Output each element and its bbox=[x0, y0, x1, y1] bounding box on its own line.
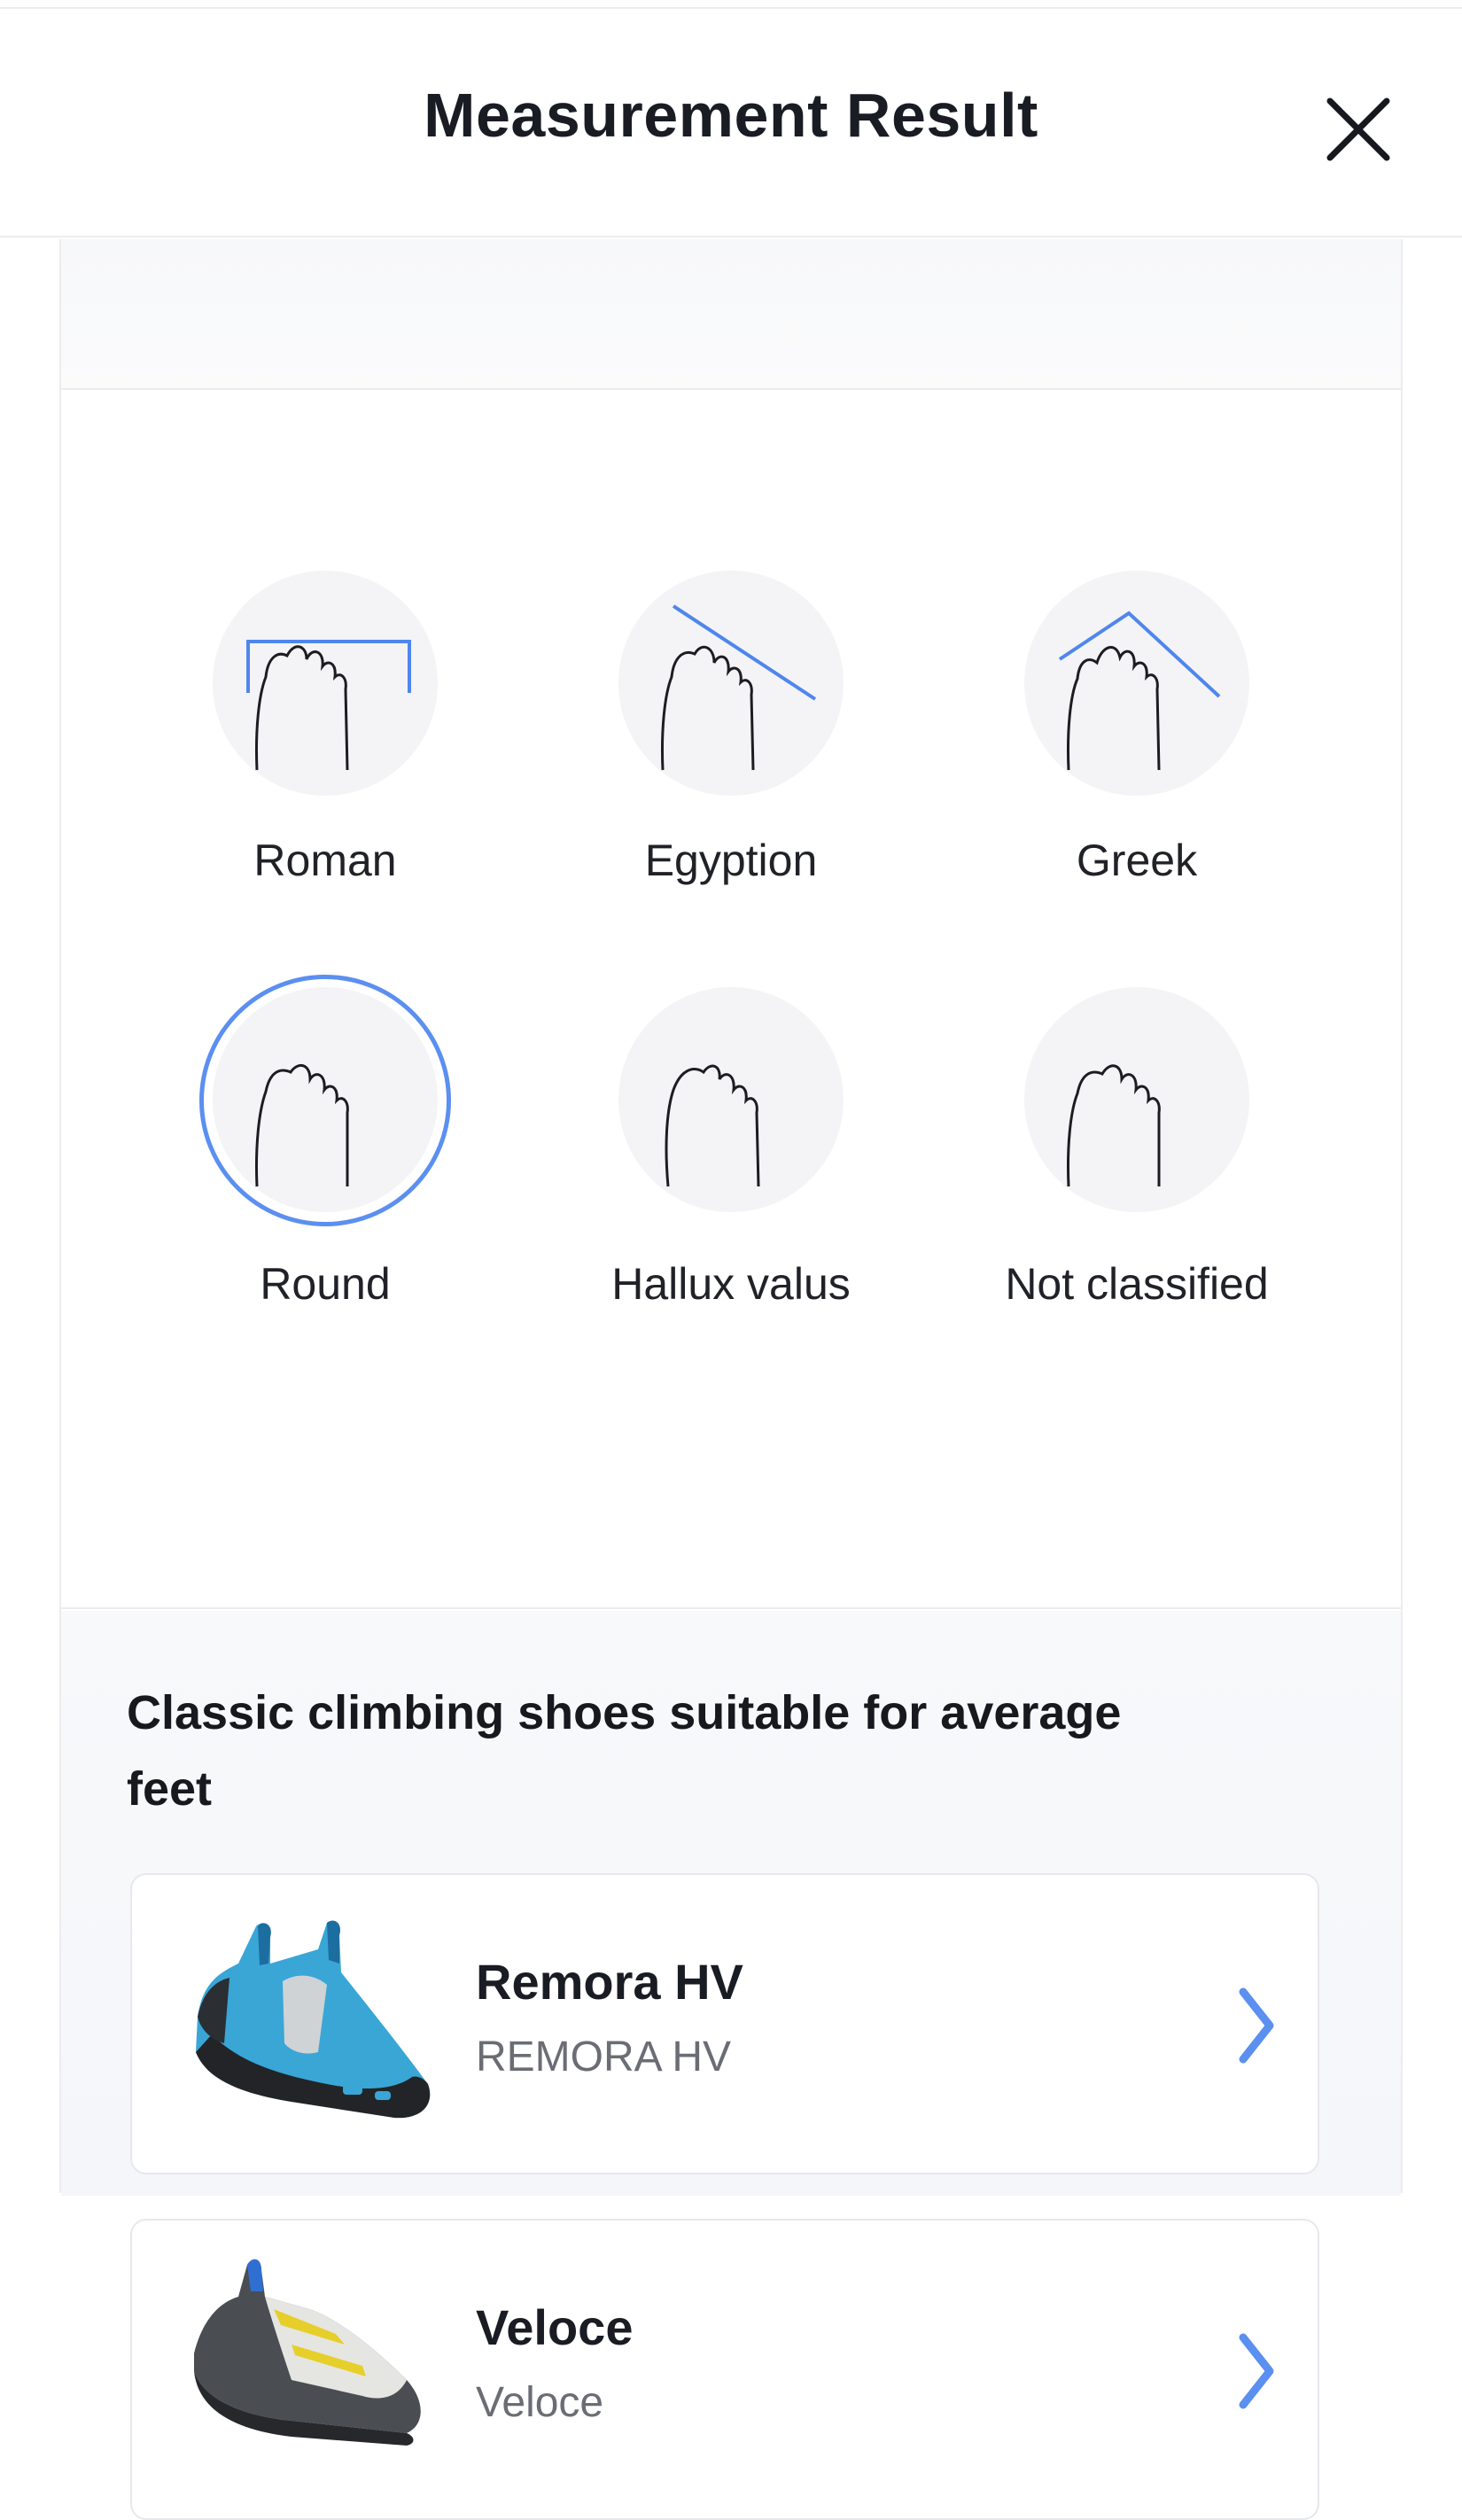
foot-type-label: Hallux valus bbox=[611, 1259, 851, 1309]
chevron-right-icon bbox=[1239, 1987, 1274, 2064]
foot-type-label: Greek bbox=[1076, 836, 1198, 885]
unclassified-toe-icon bbox=[1024, 987, 1249, 1212]
close-button[interactable] bbox=[1325, 96, 1392, 163]
header: Measurement Result bbox=[0, 9, 1462, 237]
foot-type-label: Not classified bbox=[1005, 1259, 1269, 1309]
recommendation-title: Classic climbing shoes suitable for aver… bbox=[127, 1686, 1122, 1816]
remora-shoe-image bbox=[196, 1920, 431, 2119]
shoe-card-remora[interactable]: Remora HV REMORA HV bbox=[130, 1873, 1319, 2174]
greek-toe-icon bbox=[1024, 571, 1249, 796]
close-icon bbox=[1326, 97, 1390, 161]
foot-type-grid: Roman Egyption Greek Round Hallux valus … bbox=[61, 392, 1401, 1609]
egyptian-toe-icon bbox=[618, 571, 844, 796]
chevron-right-icon bbox=[1239, 2333, 1274, 2409]
panel-top-strip bbox=[61, 239, 1401, 390]
shoe-subtitle: REMORA HV bbox=[476, 2034, 732, 2081]
round-toe-icon bbox=[213, 987, 438, 1212]
recommendation-section: Classic climbing shoes suitable for aver… bbox=[61, 1611, 1401, 2520]
foot-type-label: Roman bbox=[253, 836, 397, 885]
page-title: Measurement Result bbox=[424, 81, 1038, 150]
shoe-name: Veloce bbox=[476, 2299, 634, 2355]
hallux-valgus-icon bbox=[618, 987, 844, 1212]
foot-type-label: Egyption bbox=[644, 836, 818, 885]
foot-type-label: Round bbox=[260, 1259, 391, 1309]
veloce-shoe-image bbox=[194, 2259, 421, 2446]
shoe-name: Remora HV bbox=[476, 1954, 743, 2010]
result-panel: Roman Egyption Greek Round Hallux valus … bbox=[59, 239, 1403, 2520]
shoe-subtitle: Veloce bbox=[476, 2379, 604, 2426]
roman-toe-icon bbox=[213, 571, 438, 796]
shoe-card-veloce[interactable]: Veloce Veloce bbox=[130, 2219, 1319, 2520]
